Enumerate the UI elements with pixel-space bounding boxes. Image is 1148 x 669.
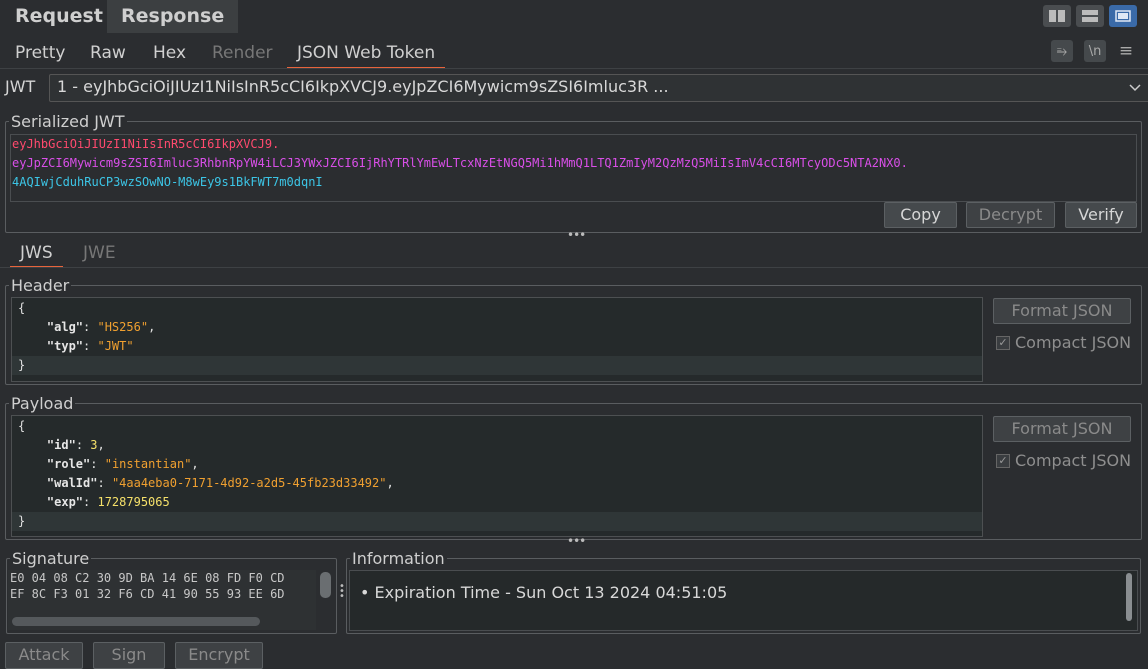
tab-raw[interactable]: Raw	[90, 38, 126, 68]
jwt-selector-dropdown[interactable]: 1 - eyJhbGciOiJIUzI1NiIsInR5cCI6IkpXVCJ9…	[49, 74, 1148, 102]
header-title: Header	[11, 276, 70, 295]
tab-jwe[interactable]: JWE	[83, 239, 116, 267]
code-line: }	[12, 356, 982, 375]
decrypt-button[interactable]: Decrypt	[966, 202, 1055, 228]
signature-title: Signature	[12, 549, 90, 568]
json-value: "4aa4eba0-7171-4d92-a2d5-45fb23d33492"	[111, 476, 387, 490]
hex-row: E0 04 08 C2 30 9D BA 14 6E 08 FD F0 CD	[10, 571, 285, 585]
tab-render[interactable]: Render	[212, 38, 273, 68]
encrypt-button[interactable]: Encrypt	[175, 642, 263, 669]
newline-toggle-icon[interactable]: \n	[1084, 40, 1106, 62]
jwt-selector-label: JWT	[5, 77, 36, 96]
vertical-splitter-handle[interactable]: • • •	[339, 582, 345, 602]
information-scrollbar[interactable]	[1126, 573, 1132, 621]
jwt-selector-value: 1 - eyJhbGciOiJIUzI1NiIsInR5cCI6IkpXVCJ9…	[57, 77, 669, 96]
code-line: "id": 3,	[46, 438, 105, 452]
verify-button[interactable]: Verify	[1065, 202, 1137, 228]
json-key: "alg"	[46, 320, 84, 334]
json-value: "HS256"	[97, 320, 149, 334]
tab-pretty[interactable]: Pretty	[15, 38, 65, 68]
code-line: "typ": "JWT"	[46, 339, 134, 353]
json-key: "typ"	[46, 339, 84, 353]
single-pane-icon	[1115, 10, 1131, 22]
serialized-jwt-text[interactable]: eyJhbGciOiJIUzI1NiIsInR5cCI6IkpXVCJ9. ey…	[10, 134, 1137, 202]
copy-button[interactable]: Copy	[884, 202, 957, 228]
tab-hex[interactable]: Hex	[153, 38, 186, 68]
json-key: "id"	[46, 438, 76, 452]
code-line: "exp": 1728795065	[46, 495, 170, 509]
splitter-handle[interactable]: •••	[567, 534, 586, 548]
payload-compact-json-checkbox[interactable]: ✓ Compact JSON	[996, 451, 1131, 470]
json-key: "role"	[46, 457, 91, 471]
json-value: 1728795065	[97, 495, 170, 509]
checkbox-label: Compact JSON	[1015, 333, 1132, 352]
serialized-jwt-title: Serialized JWT	[11, 112, 125, 131]
code-line: }	[12, 512, 982, 531]
vertical-scrollbar[interactable]	[320, 572, 331, 598]
sign-button[interactable]: Sign	[93, 642, 165, 669]
rows-icon	[1082, 10, 1098, 22]
jwt-signature-part: 4AQIwjCduhRuCP3wzSOwNO-M8wEy9s1BkFWT7m0d…	[12, 175, 323, 189]
chevron-down-icon	[1129, 84, 1141, 92]
wrap-lines-icon[interactable]: ⥱	[1051, 40, 1073, 62]
attack-button[interactable]: Attack	[5, 642, 83, 669]
subtab-underline-divider	[0, 68, 1148, 69]
code-line: {	[18, 419, 26, 433]
signature-hex-view[interactable]: E0 04 08 C2 30 9D BA 14 6E 08 FD F0 CD E…	[8, 570, 316, 630]
json-value: "JWT"	[97, 339, 134, 353]
tab-response[interactable]: Response	[107, 0, 239, 33]
jwt-payload-part: eyJpZCI6Mywicm9sZSI6Imluc3RhbnRpYW4iLCJ3…	[12, 156, 908, 170]
expiration-info-item: • Expiration Time - Sun Oct 13 2024 04:5…	[360, 583, 728, 602]
checkbox-icon: ✓	[996, 453, 1010, 468]
header-json-editor[interactable]: { "alg": "HS256", "typ": "JWT" }	[11, 297, 983, 382]
horizontal-scrollbar[interactable]	[12, 617, 260, 626]
header-format-json-button[interactable]: Format JSON	[993, 298, 1131, 324]
payload-json-editor[interactable]: { "id": 3, "role": "instantian", "walId"…	[11, 415, 983, 537]
checkbox-icon: ✓	[996, 335, 1010, 350]
tab-json-web-token[interactable]: JSON Web Token	[286, 38, 446, 69]
hex-row: EF 8C F3 01 32 F6 CD 41 90 55 93 EE 6D	[10, 587, 285, 601]
json-key: "walId"	[46, 476, 98, 490]
checkbox-label: Compact JSON	[1015, 451, 1132, 470]
tab-jws[interactable]: JWS	[10, 239, 63, 268]
jwt-header-part: eyJhbGciOiJIUzI1NiIsInR5cCI6IkpXVCJ9.	[12, 137, 280, 151]
layout-single-button[interactable]	[1109, 5, 1137, 27]
code-line: "walId": "4aa4eba0-7171-4d92-a2d5-45fb23…	[46, 476, 394, 490]
information-title: Information	[352, 549, 445, 568]
json-value: 3	[90, 438, 98, 452]
mode-tab-divider	[0, 267, 1148, 268]
json-key: "exp"	[46, 495, 84, 509]
payload-format-json-button[interactable]: Format JSON	[993, 416, 1131, 442]
tab-request[interactable]: Request	[1, 0, 117, 33]
code-line: {	[18, 301, 26, 315]
code-line: "alg": "HS256",	[46, 320, 156, 334]
layout-stacked-button[interactable]	[1076, 5, 1104, 27]
layout-side-by-side-button[interactable]	[1043, 5, 1071, 27]
columns-icon	[1049, 10, 1065, 22]
menu-icon[interactable]: ≡	[1115, 40, 1137, 62]
header-compact-json-checkbox[interactable]: ✓ Compact JSON	[996, 333, 1131, 352]
payload-title: Payload	[11, 394, 74, 413]
json-value: "instantian"	[104, 457, 192, 471]
code-line: "role": "instantian",	[46, 457, 199, 471]
information-list: • Expiration Time - Sun Oct 13 2024 04:5…	[349, 570, 1138, 631]
splitter-handle[interactable]: •••	[567, 228, 586, 242]
